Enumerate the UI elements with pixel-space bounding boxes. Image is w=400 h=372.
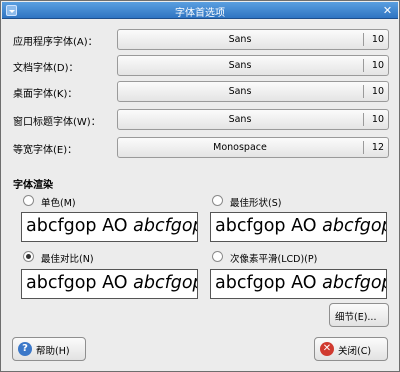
sample-text: abcfgop AO abcfgop (26, 216, 198, 236)
font-rendering-heading: 字体渲染 (13, 180, 53, 191)
font-size: 10 (371, 114, 384, 125)
document-font-button[interactable]: Sans 10 (117, 55, 389, 76)
divider (363, 141, 364, 154)
font-size: 10 (371, 34, 384, 45)
divider (363, 59, 364, 72)
subpixel-smoothing-option[interactable]: 次像素平滑(LCD)(P) (212, 250, 390, 266)
window-title-font-row: 窗口标题字体(W)： Sans 10 (13, 109, 389, 130)
best-contrast-preview[interactable]: abcfgop AO abcfgop (21, 269, 198, 299)
subpixel-smoothing-preview[interactable]: abcfgop AO abcfgop (210, 269, 387, 299)
sample-text: abcfgop AO abcfgop (215, 273, 387, 293)
details-button[interactable]: 细节(E)... (329, 303, 389, 327)
window-title-font-button[interactable]: Sans 10 (117, 109, 389, 130)
title-bar[interactable]: 字体首选项 ✕ (2, 2, 398, 19)
monochrome-radio[interactable] (23, 195, 34, 206)
divider (363, 33, 364, 46)
font-size: 10 (371, 60, 384, 71)
close-button[interactable]: ✕ 关闭(C) (314, 337, 388, 361)
subpixel-smoothing-label: 次像素平滑(LCD)(P) (230, 254, 318, 265)
desktop-font-label: 桌面字体(K)： (13, 89, 78, 100)
font-name: Monospace (213, 142, 267, 153)
fixed-width-font-button[interactable]: Monospace 12 (117, 137, 389, 158)
sample-text: abcfgop AO abcfgop (215, 216, 387, 236)
font-preferences-window: 字体首选项 ✕ 应用程序字体(A)： Sans 10 文档字体(D)： Sans… (0, 0, 400, 372)
document-font-label: 文档字体(D)： (13, 63, 79, 74)
window-title-font-label: 窗口标题字体(W)： (13, 117, 101, 128)
divider (363, 113, 364, 126)
font-name: Sans (228, 34, 252, 45)
fixed-width-font-row: 等宽字体(E)： Monospace 12 (13, 137, 389, 158)
best-shapes-preview[interactable]: abcfgop AO abcfgop (210, 212, 387, 242)
help-label: 帮助(H) (36, 346, 70, 357)
details-label: 细节(E)... (335, 312, 377, 323)
sample-text: abcfgop AO abcfgop (26, 273, 198, 293)
monochrome-option[interactable]: 单色(M) (23, 194, 193, 210)
desktop-font-button[interactable]: Sans 10 (117, 81, 389, 102)
help-icon: ? (18, 342, 32, 356)
font-size: 12 (371, 142, 384, 153)
document-font-row: 文档字体(D)： Sans 10 (13, 55, 389, 76)
fixed-width-font-label: 等宽字体(E)： (13, 145, 78, 156)
close-label: 关闭(C) (338, 346, 372, 357)
best-shapes-label: 最佳形状(S) (230, 198, 282, 209)
subpixel-smoothing-radio[interactable] (212, 251, 223, 262)
window-title: 字体首选项 (175, 8, 225, 19)
close-icon: ✕ (320, 342, 334, 356)
divider (363, 85, 364, 98)
window-close-icon[interactable]: ✕ (381, 4, 394, 17)
best-contrast-radio[interactable] (23, 251, 34, 262)
monochrome-preview[interactable]: abcfgop AO abcfgop (21, 212, 198, 242)
best-contrast-option[interactable]: 最佳对比(N) (23, 250, 193, 266)
desktop-font-row: 桌面字体(K)： Sans 10 (13, 81, 389, 102)
best-contrast-label: 最佳对比(N) (41, 254, 94, 265)
application-font-row: 应用程序字体(A)： Sans 10 (13, 29, 389, 50)
font-name: Sans (228, 114, 252, 125)
help-button[interactable]: ? 帮助(H) (12, 337, 86, 361)
monochrome-label: 单色(M) (41, 198, 76, 209)
application-font-label: 应用程序字体(A)： (13, 37, 98, 48)
font-name: Sans (228, 86, 252, 97)
font-size: 10 (371, 86, 384, 97)
application-font-button[interactable]: Sans 10 (117, 29, 389, 50)
best-shapes-radio[interactable] (212, 195, 223, 206)
font-name: Sans (228, 60, 252, 71)
best-shapes-option[interactable]: 最佳形状(S) (212, 194, 382, 210)
